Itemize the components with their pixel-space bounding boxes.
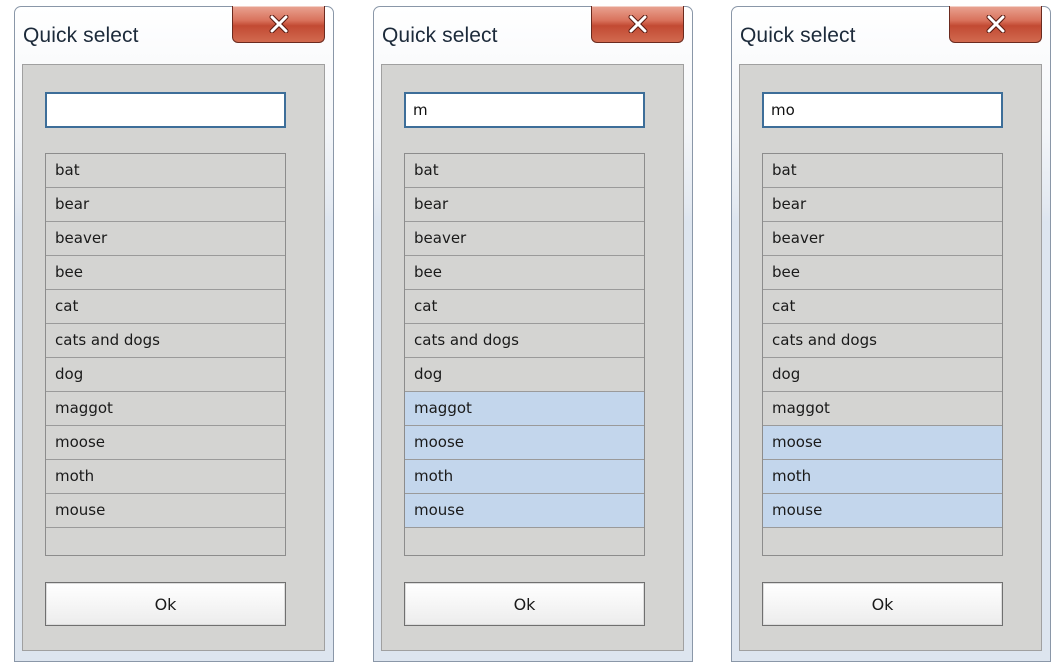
close-button[interactable] bbox=[591, 6, 684, 43]
list-item[interactable]: mouse bbox=[46, 494, 285, 528]
list-item[interactable]: cats and dogs bbox=[405, 324, 644, 358]
list-item[interactable]: moth bbox=[46, 460, 285, 494]
list-item[interactable]: cats and dogs bbox=[46, 324, 285, 358]
list-item[interactable]: dog bbox=[763, 358, 1002, 392]
close-x-icon bbox=[986, 15, 1005, 33]
list-item[interactable]: moose bbox=[763, 426, 1002, 460]
ok-button[interactable]: Ok bbox=[404, 582, 645, 626]
window-title: Quick select bbox=[23, 24, 139, 47]
ok-button[interactable]: Ok bbox=[45, 582, 286, 626]
close-button[interactable] bbox=[232, 6, 325, 43]
list-item[interactable]: maggot bbox=[405, 392, 644, 426]
list-item[interactable]: beaver bbox=[405, 222, 644, 256]
search-input[interactable] bbox=[404, 92, 645, 128]
list-item[interactable]: beaver bbox=[763, 222, 1002, 256]
list-item[interactable]: bear bbox=[405, 188, 644, 222]
list-item[interactable]: moth bbox=[405, 460, 644, 494]
dialog-panel: bat bear beaver bee cat cats and dogs do… bbox=[22, 64, 325, 651]
close-button[interactable] bbox=[949, 6, 1042, 43]
window-title: Quick select bbox=[382, 24, 498, 47]
list-item[interactable]: cats and dogs bbox=[763, 324, 1002, 358]
list-item[interactable]: bear bbox=[46, 188, 285, 222]
list-item[interactable]: bee bbox=[405, 256, 644, 290]
list-item[interactable]: cat bbox=[46, 290, 285, 324]
list-item[interactable]: moose bbox=[405, 426, 644, 460]
list-item[interactable]: mouse bbox=[405, 494, 644, 528]
list-item[interactable]: dog bbox=[46, 358, 285, 392]
list-item[interactable]: bee bbox=[46, 256, 285, 290]
list-item[interactable]: mouse bbox=[763, 494, 1002, 528]
quick-select-dialog-1: Quick select bat bear beaver bee cat cat… bbox=[14, 6, 334, 662]
list-item[interactable]: bear bbox=[763, 188, 1002, 222]
quick-select-dialog-3: Quick select bat bear beaver bee cat cat… bbox=[731, 6, 1051, 662]
dialog-panel: bat bear beaver bee cat cats and dogs do… bbox=[739, 64, 1042, 651]
list-item[interactable]: maggot bbox=[763, 392, 1002, 426]
dialog-panel: bat bear beaver bee cat cats and dogs do… bbox=[381, 64, 684, 651]
close-x-icon bbox=[628, 15, 647, 33]
list-item[interactable]: moose bbox=[46, 426, 285, 460]
list-item[interactable]: bat bbox=[763, 154, 1002, 188]
window-title: Quick select bbox=[740, 24, 856, 47]
search-input[interactable] bbox=[45, 92, 286, 128]
animal-list: bat bear beaver bee cat cats and dogs do… bbox=[762, 153, 1003, 556]
list-item[interactable]: bee bbox=[763, 256, 1002, 290]
animal-list: bat bear beaver bee cat cats and dogs do… bbox=[45, 153, 286, 556]
list-item[interactable]: cat bbox=[405, 290, 644, 324]
list-item[interactable]: beaver bbox=[46, 222, 285, 256]
ok-button[interactable]: Ok bbox=[762, 582, 1003, 626]
close-x-icon bbox=[269, 15, 288, 33]
list-item[interactable]: cat bbox=[763, 290, 1002, 324]
quick-select-dialog-2: Quick select bat bear beaver bee cat cat… bbox=[373, 6, 693, 662]
list-item[interactable]: bat bbox=[46, 154, 285, 188]
list-item[interactable]: dog bbox=[405, 358, 644, 392]
list-item[interactable]: maggot bbox=[46, 392, 285, 426]
search-input[interactable] bbox=[762, 92, 1003, 128]
list-item[interactable]: bat bbox=[405, 154, 644, 188]
animal-list: bat bear beaver bee cat cats and dogs do… bbox=[404, 153, 645, 556]
list-item[interactable]: moth bbox=[763, 460, 1002, 494]
